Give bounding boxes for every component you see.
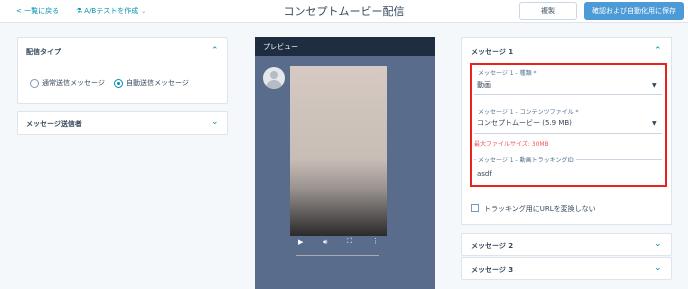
- chevron-down-icon[interactable]: ⌄: [211, 117, 219, 127]
- radio-auto-control[interactable]: [114, 78, 123, 88]
- chevron-down-icon[interactable]: ⌄: [654, 263, 662, 273]
- sender-card[interactable]: メッセージ送信者 ⌄: [17, 111, 228, 135]
- preview-title: プレビュー: [255, 37, 435, 56]
- radio-auto[interactable]: 自動送信メッセージ: [114, 78, 189, 88]
- video-progress-bar[interactable]: [296, 255, 379, 256]
- message-3-card[interactable]: メッセージ 3 ⌄: [461, 257, 672, 280]
- chevron-up-icon[interactable]: ⌃: [654, 46, 662, 56]
- message-2-card[interactable]: メッセージ 2 ⌄: [461, 233, 672, 256]
- message-3-title: メッセージ 3: [471, 266, 514, 274]
- radio-manual-control[interactable]: [30, 78, 39, 88]
- save-for-automation-button[interactable]: 確認および自動化用に保存: [584, 2, 684, 20]
- url-conversion-label: トラッキング用にURLを変換しない: [484, 205, 596, 213]
- highlight-box: [470, 63, 667, 187]
- top-bar: < 一覧に戻る ⚗ A/Bテストを作成 ⌄ コンセプトムービー配信 複製 確認および…: [0, 0, 688, 23]
- video-player[interactable]: ▶ 🔊︎ ⛶ ⋮: [290, 66, 387, 256]
- more-icon[interactable]: ⋮: [372, 237, 379, 245]
- preview-panel: プレビュー ▶ 🔊︎ ⛶ ⋮: [255, 37, 435, 289]
- delivery-type-card: 配信タイプ ⌃ 通常送信メッセージ 自動送信メッセージ: [17, 37, 228, 104]
- fullscreen-icon[interactable]: ⛶: [347, 237, 352, 246]
- message-2-title: メッセージ 2: [471, 242, 514, 250]
- volume-icon[interactable]: 🔊︎: [323, 238, 327, 247]
- duplicate-button[interactable]: 複製: [519, 2, 577, 20]
- radio-auto-label: 自動送信メッセージ: [126, 79, 189, 87]
- sender-title: メッセージ送信者: [26, 120, 82, 128]
- delivery-type-title: 配信タイプ: [26, 48, 61, 56]
- url-conversion-checkbox[interactable]: [471, 204, 479, 212]
- chevron-down-icon[interactable]: ⌄: [654, 239, 662, 249]
- radio-manual[interactable]: 通常送信メッセージ: [30, 78, 105, 88]
- message-1-title: メッセージ 1: [471, 48, 514, 56]
- play-icon[interactable]: ▶: [298, 238, 303, 246]
- radio-manual-label: 通常送信メッセージ: [42, 79, 105, 87]
- chevron-up-icon[interactable]: ⌃: [211, 46, 219, 56]
- avatar: [263, 67, 285, 89]
